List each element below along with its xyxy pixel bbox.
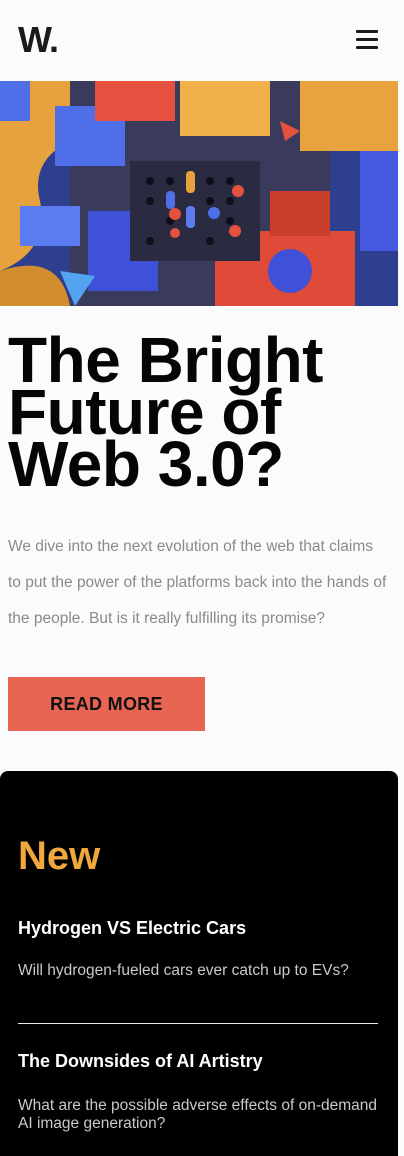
list-item[interactable]: Hydrogen VS Electric Cars Will hydrogen-… <box>18 917 378 980</box>
new-section-title: New <box>18 834 101 878</box>
new-articles-panel: New Hydrogen VS Electric Cars Will hydro… <box>0 771 398 1156</box>
news-item-description: Will hydrogen-fueled cars ever catch up … <box>18 962 349 979</box>
news-item-title[interactable]: The Downsides of AI Artistry <box>18 1050 378 1072</box>
read-more-button[interactable]: READ MORE <box>8 677 205 731</box>
abstract-3d-blocks-image <box>0 81 398 306</box>
article-headline: The Bright Future of Web 3.0? <box>8 324 323 500</box>
hamburger-menu-icon[interactable] <box>356 30 378 50</box>
news-item-title[interactable]: Hydrogen VS Electric Cars <box>18 917 378 939</box>
divider <box>18 1023 378 1024</box>
article-description: We dive into the next evolution of the w… <box>8 538 387 627</box>
page: W. The Bright Future of Web 3.0? We dive… <box>0 0 404 1156</box>
hero-image <box>0 81 398 306</box>
logo[interactable]: W. <box>18 20 59 60</box>
list-item[interactable]: The Downsides of AI Artistry What are th… <box>18 1050 378 1133</box>
site-header: W. <box>0 0 404 80</box>
news-item-description: What are the possible adverse effects of… <box>18 1097 378 1132</box>
